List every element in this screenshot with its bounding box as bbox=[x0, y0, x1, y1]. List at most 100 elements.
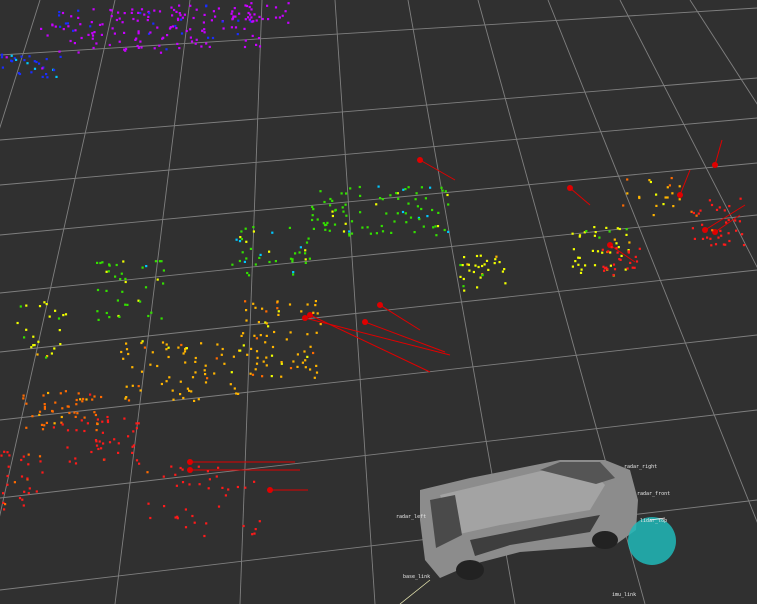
radar-point bbox=[147, 15, 150, 18]
radar-point bbox=[149, 363, 152, 366]
track-origin bbox=[362, 319, 368, 325]
radar-point bbox=[105, 270, 108, 273]
radar-point bbox=[80, 36, 83, 40]
radar-point bbox=[26, 62, 29, 65]
radar-point bbox=[143, 13, 146, 16]
radar-point bbox=[93, 411, 96, 414]
radar-point bbox=[22, 455, 25, 458]
radar-point bbox=[205, 5, 208, 8]
radar-point bbox=[245, 240, 248, 243]
radar-point bbox=[89, 25, 92, 28]
radar-point bbox=[178, 47, 181, 50]
radar-point bbox=[35, 60, 38, 64]
radar-point bbox=[593, 264, 597, 267]
radar-point bbox=[0, 454, 3, 457]
radar-point bbox=[180, 343, 183, 347]
radar-point bbox=[96, 310, 99, 313]
radar-point bbox=[76, 412, 79, 415]
radar-point bbox=[234, 26, 238, 29]
radar-point bbox=[390, 231, 393, 234]
radar-point bbox=[289, 331, 292, 334]
radar-point bbox=[97, 447, 100, 451]
radar-point bbox=[244, 4, 247, 7]
radar-point bbox=[74, 415, 77, 418]
radar-point bbox=[603, 269, 606, 272]
radar-point bbox=[236, 485, 239, 489]
radar-point bbox=[22, 504, 25, 507]
radar-point bbox=[59, 55, 62, 58]
sensor-marker[interactable] bbox=[628, 517, 676, 565]
radar-point bbox=[655, 193, 658, 196]
radar-point bbox=[266, 4, 269, 7]
radar-point bbox=[68, 411, 71, 415]
radar-point bbox=[152, 22, 155, 25]
radar-point bbox=[58, 11, 61, 14]
radar-point bbox=[221, 486, 224, 489]
radar-point bbox=[257, 321, 260, 324]
radar-point bbox=[214, 15, 217, 18]
radar-point bbox=[205, 42, 208, 45]
radar-point bbox=[250, 347, 253, 350]
radar-point bbox=[220, 353, 223, 356]
radar-point bbox=[38, 455, 42, 458]
radar-point bbox=[504, 282, 507, 285]
radar-point bbox=[301, 361, 304, 364]
radar-point bbox=[625, 228, 628, 231]
radar-point bbox=[299, 246, 302, 249]
radar-point bbox=[253, 532, 256, 535]
radar-point bbox=[289, 257, 293, 260]
radar-point bbox=[709, 237, 712, 240]
radar-point bbox=[45, 421, 48, 424]
radar-point bbox=[329, 197, 332, 201]
radar-point bbox=[59, 25, 62, 28]
radar-point bbox=[101, 261, 104, 264]
radar-point bbox=[149, 31, 152, 34]
radar-point bbox=[271, 231, 274, 234]
radar-point bbox=[27, 492, 30, 495]
radar-point bbox=[349, 187, 352, 190]
3d-viewport[interactable]: base_link radar_front radar_left radar_r… bbox=[0, 0, 757, 604]
radar-point bbox=[278, 16, 281, 19]
track-origin bbox=[417, 157, 423, 163]
radar-point bbox=[727, 232, 730, 235]
radar-point bbox=[230, 371, 233, 374]
radar-point bbox=[118, 315, 121, 318]
radar-point bbox=[316, 312, 319, 315]
radar-point bbox=[326, 221, 329, 224]
radar-point bbox=[345, 192, 348, 195]
radar-point bbox=[304, 258, 307, 261]
radar-point bbox=[714, 243, 718, 246]
radar-point bbox=[475, 254, 479, 258]
radar-point bbox=[167, 355, 170, 359]
radar-point bbox=[139, 300, 142, 303]
radar-point bbox=[462, 277, 465, 281]
radar-point bbox=[41, 428, 45, 431]
radar-point bbox=[193, 521, 196, 524]
radar-point bbox=[375, 232, 378, 235]
radar-point bbox=[350, 232, 354, 235]
radar-point bbox=[306, 333, 309, 336]
radar-point bbox=[344, 222, 347, 225]
radar-point bbox=[503, 268, 506, 271]
radar-point bbox=[55, 75, 58, 78]
radar-point bbox=[89, 393, 92, 396]
radar-point bbox=[606, 268, 609, 271]
radar-point bbox=[160, 260, 163, 263]
radar-point bbox=[303, 350, 306, 353]
radar-point bbox=[131, 8, 134, 11]
radar-point bbox=[612, 263, 616, 266]
radar-point bbox=[206, 470, 209, 473]
radar-point bbox=[434, 225, 437, 228]
radar-point bbox=[167, 346, 170, 349]
radar-point bbox=[127, 399, 131, 402]
radar-point bbox=[313, 376, 316, 379]
radar-point bbox=[176, 42, 179, 45]
radar-point bbox=[171, 25, 174, 28]
radar-point bbox=[244, 300, 247, 303]
radar-point bbox=[426, 215, 429, 218]
radar-point bbox=[245, 309, 248, 312]
radar-point bbox=[626, 267, 629, 270]
radar-point bbox=[25, 426, 28, 429]
radar-point bbox=[38, 413, 41, 416]
radar-point bbox=[481, 274, 484, 277]
